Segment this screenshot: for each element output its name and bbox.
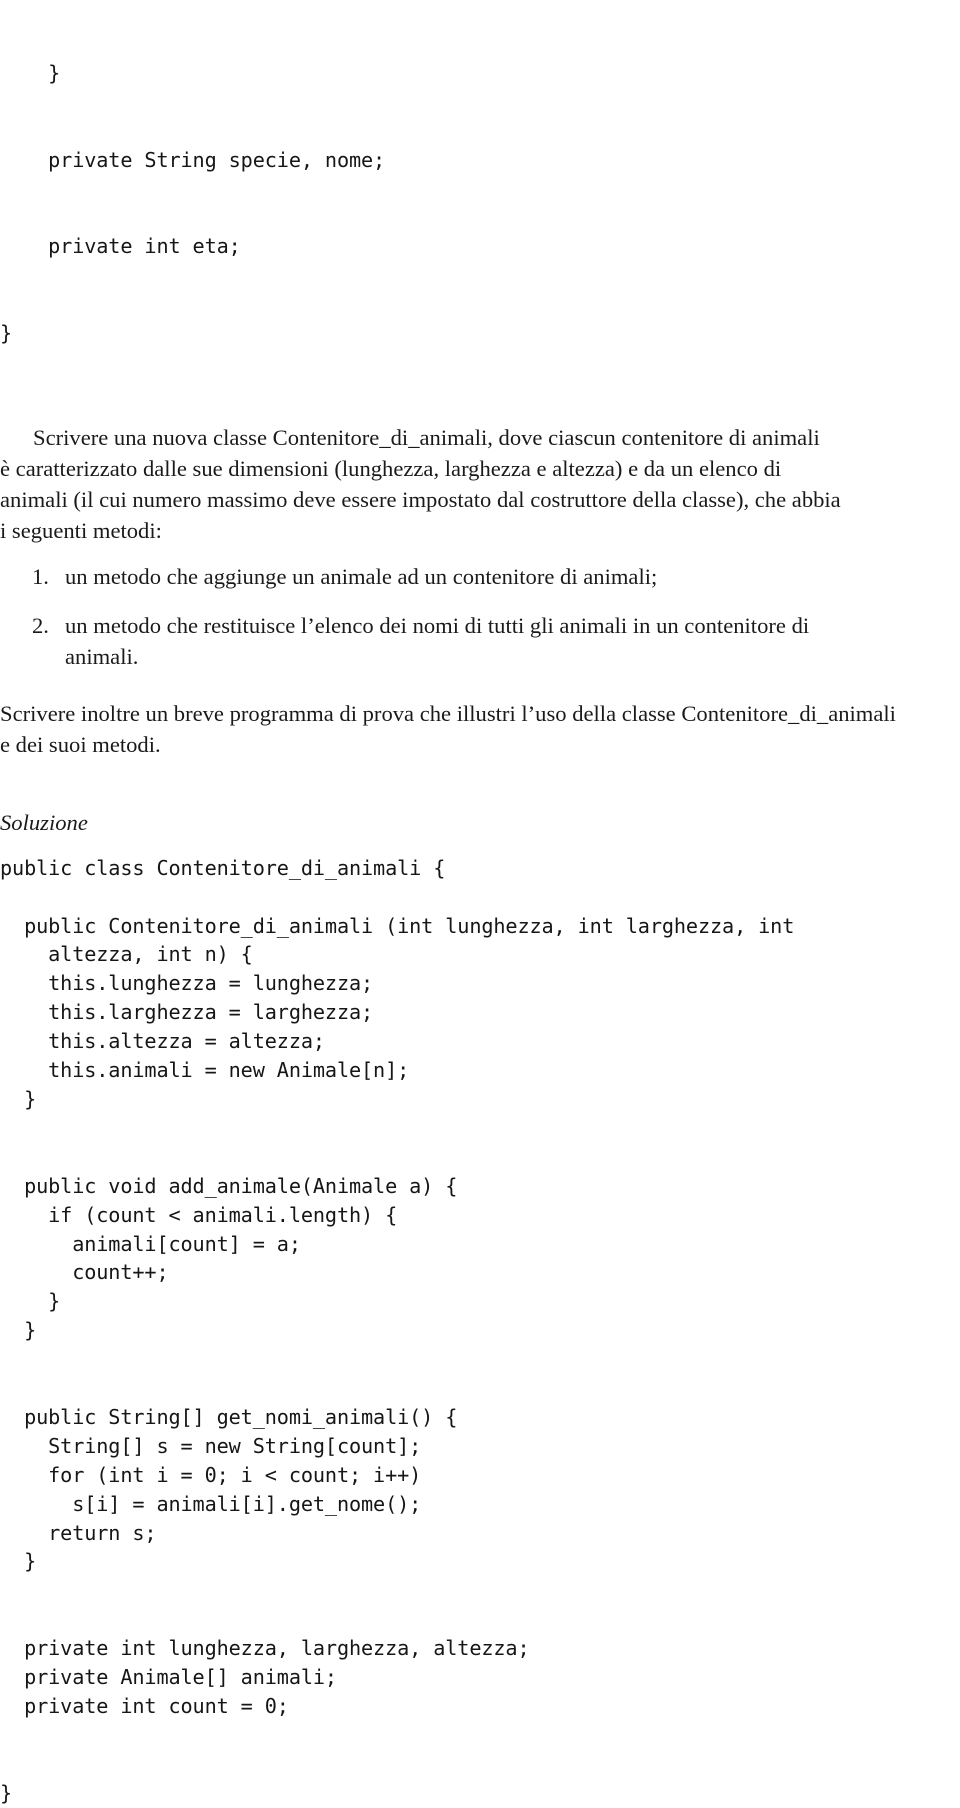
code-line: } xyxy=(0,1318,37,1343)
closing-line: e dei suoi metodi. xyxy=(0,732,161,758)
code-line: } xyxy=(0,320,13,345)
requirements-list: 1. un metodo che aggiunge un animale ad … xyxy=(0,561,940,673)
code-line: private String specie, nome; xyxy=(0,147,386,172)
code-line: this.larghezza = larghezza; xyxy=(0,1000,374,1025)
intro-line: animali (il cui numero massimo deve esse… xyxy=(0,487,841,513)
code-line: public String[] get_nomi_animali() { xyxy=(0,1404,458,1429)
code-line: } xyxy=(0,1289,61,1314)
code-line: private int count = 0; xyxy=(0,1694,289,1718)
code-line: this.animali = new Animale[n]; xyxy=(0,1058,410,1083)
closing-paragraph: Scrivere inoltre un breve programma di p… xyxy=(0,698,940,760)
code-line: this.lunghezza = lunghezza; xyxy=(0,971,374,996)
list-item-number: 1. xyxy=(32,563,49,589)
closing-line: Scrivere inoltre un breve programma di p… xyxy=(0,701,896,727)
code-line: altezza, int n) { xyxy=(0,942,253,967)
top-code-listing: } private String specie, nome; private i… xyxy=(0,0,960,406)
code-line: } xyxy=(0,1549,37,1574)
solution-heading: Soluzione xyxy=(0,809,88,835)
code-line: return s; xyxy=(0,1520,157,1545)
code-line: private int lunghezza, larghezza, altezz… xyxy=(0,1636,530,1661)
list-item-label: un metodo che restituisce l’elenco dei n… xyxy=(65,612,810,638)
code-line: } xyxy=(0,1780,13,1805)
list-item-number: 2. xyxy=(32,612,49,638)
code-line: public class Contenitore_di_animali { xyxy=(0,855,446,880)
intro-line: è caratterizzato dalle sue dimensioni (l… xyxy=(0,455,782,481)
code-line: } xyxy=(0,1086,37,1111)
list-item: 2. un metodo che restituisce l’elenco de… xyxy=(0,610,940,672)
list-item: 1. un metodo che aggiunge un animale ad … xyxy=(0,561,940,592)
code-line: count++; xyxy=(0,1260,169,1285)
code-line: public void add_animale(Animale a) { xyxy=(0,1173,458,1198)
code-line: } xyxy=(0,60,61,85)
code-line: animali[count] = a; xyxy=(0,1231,301,1256)
code-line: private int eta; xyxy=(0,234,241,259)
code-line: if (count < animali.length) { xyxy=(0,1202,398,1227)
code-line: private Animale[] animali; xyxy=(0,1665,337,1690)
intro-paragraph: Scrivere una nuova classe Contenitore_di… xyxy=(0,422,940,547)
list-item-label-continued: animali. xyxy=(65,643,139,669)
intro-line: i seguenti metodi: xyxy=(0,518,162,544)
code-line: this.altezza = altezza; xyxy=(0,1029,325,1054)
code-line: String[] s = new String[count]; xyxy=(0,1433,422,1458)
document-page: } private String specie, nome; private i… xyxy=(0,0,960,1805)
code-line: s[i] = animali[i].get_nome(); xyxy=(0,1491,422,1516)
list-item-label: un metodo che aggiunge un animale ad un … xyxy=(65,563,658,589)
code-line: for (int i = 0; i < count; i++) xyxy=(0,1462,422,1487)
code-line: public Contenitore_di_animali (int lungh… xyxy=(0,913,795,938)
solution-code-listing: public class Contenitore_di_animali { pu… xyxy=(0,854,960,1808)
intro-line: Scrivere una nuova classe Contenitore_di… xyxy=(33,424,820,450)
